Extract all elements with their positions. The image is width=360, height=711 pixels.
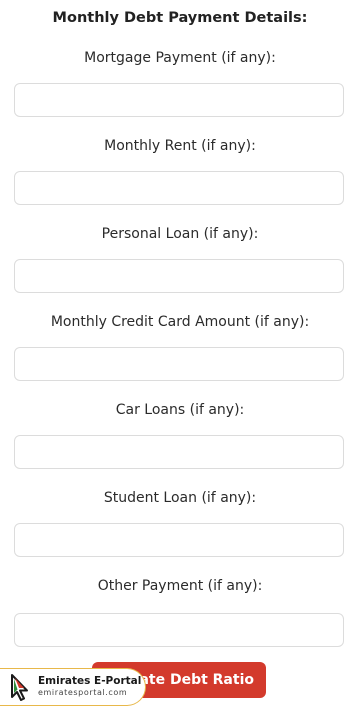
field-rent: Monthly Rent (if any): (0, 136, 360, 205)
personal-loan-input[interactable] (14, 259, 344, 293)
field-car-loans: Car Loans (if any): (0, 400, 360, 469)
personal-loan-label: Personal Loan (if any): (101, 226, 259, 242)
field-credit-card: Monthly Credit Card Amount (if any): (0, 312, 360, 381)
cursor-pointer-icon (11, 674, 28, 701)
rent-label: Monthly Rent (if any): (104, 138, 256, 154)
credit-card-label: Monthly Credit Card Amount (if any): (50, 314, 310, 330)
other-payment-label: Other Payment (if any): (97, 578, 263, 594)
emirates-eportal-watermark: Emirates E-Portal emiratesportal.com (0, 668, 146, 706)
section-title: Monthly Debt Payment Details: (52, 10, 308, 26)
field-personal-loan: Personal Loan (if any): (0, 224, 360, 293)
car-loans-input[interactable] (14, 435, 344, 469)
watermark-url: emiratesportal.com (38, 688, 128, 697)
student-loan-input[interactable] (14, 523, 344, 557)
field-mortgage: Mortgage Payment (if any): (0, 48, 360, 117)
car-loans-label: Car Loans (if any): (115, 402, 245, 418)
mortgage-label: Mortgage Payment (if any): (84, 50, 276, 66)
mortgage-input[interactable] (14, 83, 344, 117)
other-payment-input[interactable] (14, 613, 344, 647)
student-loan-label: Student Loan (if any): (103, 490, 257, 506)
watermark-text: Emirates E-Portal emiratesportal.com (38, 675, 141, 699)
watermark-title: Emirates E-Portal (38, 675, 142, 687)
rent-input[interactable] (14, 171, 344, 205)
credit-card-input[interactable] (14, 347, 344, 381)
field-student-loan: Student Loan (if any): (0, 488, 360, 557)
field-other-payment: Other Payment (if any): (0, 576, 360, 647)
